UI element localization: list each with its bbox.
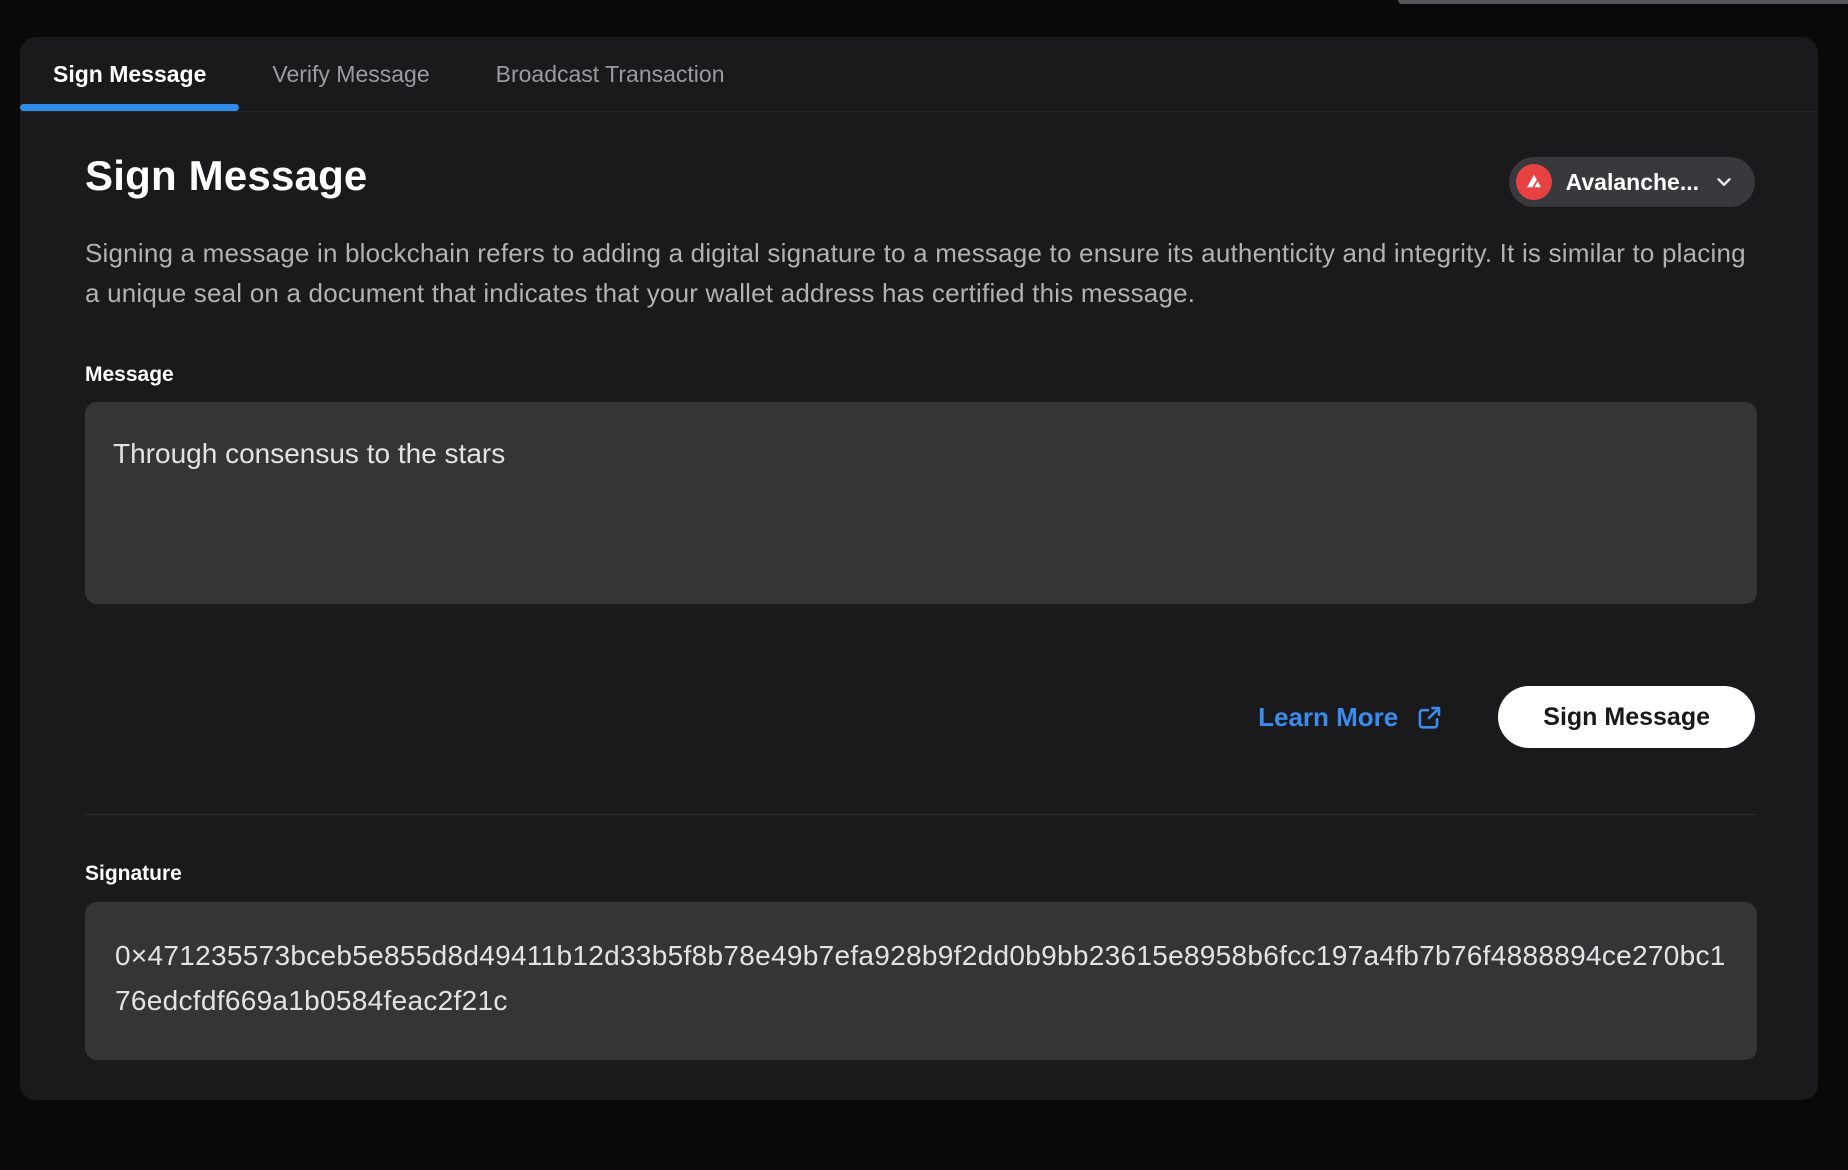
learn-more-link[interactable]: Learn More — [1258, 702, 1443, 733]
network-selector-label: Avalanche... — [1566, 169, 1699, 196]
page-title: Sign Message — [85, 150, 368, 203]
tab-verify-message[interactable]: Verify Message — [239, 37, 462, 111]
tab-broadcast-transaction[interactable]: Broadcast Transaction — [463, 37, 758, 111]
learn-more-label: Learn More — [1258, 702, 1398, 733]
signature-output: 0×471235573bceb5e855d8d49411b12d33b5f8b7… — [85, 902, 1757, 1060]
page-description: Signing a message in blockchain refers t… — [85, 233, 1759, 313]
section-divider — [85, 814, 1757, 815]
actions-row: Learn More Sign Message — [85, 686, 1755, 748]
cutoff-toolbar-edge — [1398, 0, 1848, 4]
tab-label: Sign Message — [53, 61, 206, 88]
signature-field-label: Signature — [85, 862, 1755, 886]
message-field-label: Message — [85, 363, 1755, 387]
sign-message-button[interactable]: Sign Message — [1498, 686, 1755, 748]
tab-label: Broadcast Transaction — [496, 61, 725, 88]
network-selector-dropdown[interactable]: Avalanche... — [1509, 157, 1755, 207]
tab-label: Verify Message — [272, 61, 429, 88]
tab-bar: Sign Message Verify Message Broadcast Tr… — [20, 37, 1818, 112]
chevron-down-icon — [1713, 171, 1735, 193]
avalanche-logo-icon — [1516, 164, 1552, 200]
external-link-icon — [1416, 704, 1443, 731]
header-row: Sign Message Avalanche... — [85, 150, 1755, 207]
tab-sign-message[interactable]: Sign Message — [20, 37, 239, 111]
message-input[interactable]: Through consensus to the stars — [85, 402, 1757, 604]
sign-message-panel: Sign Message Verify Message Broadcast Tr… — [20, 37, 1818, 1100]
panel-content: Sign Message Avalanche... Signing a mess… — [20, 112, 1818, 1060]
